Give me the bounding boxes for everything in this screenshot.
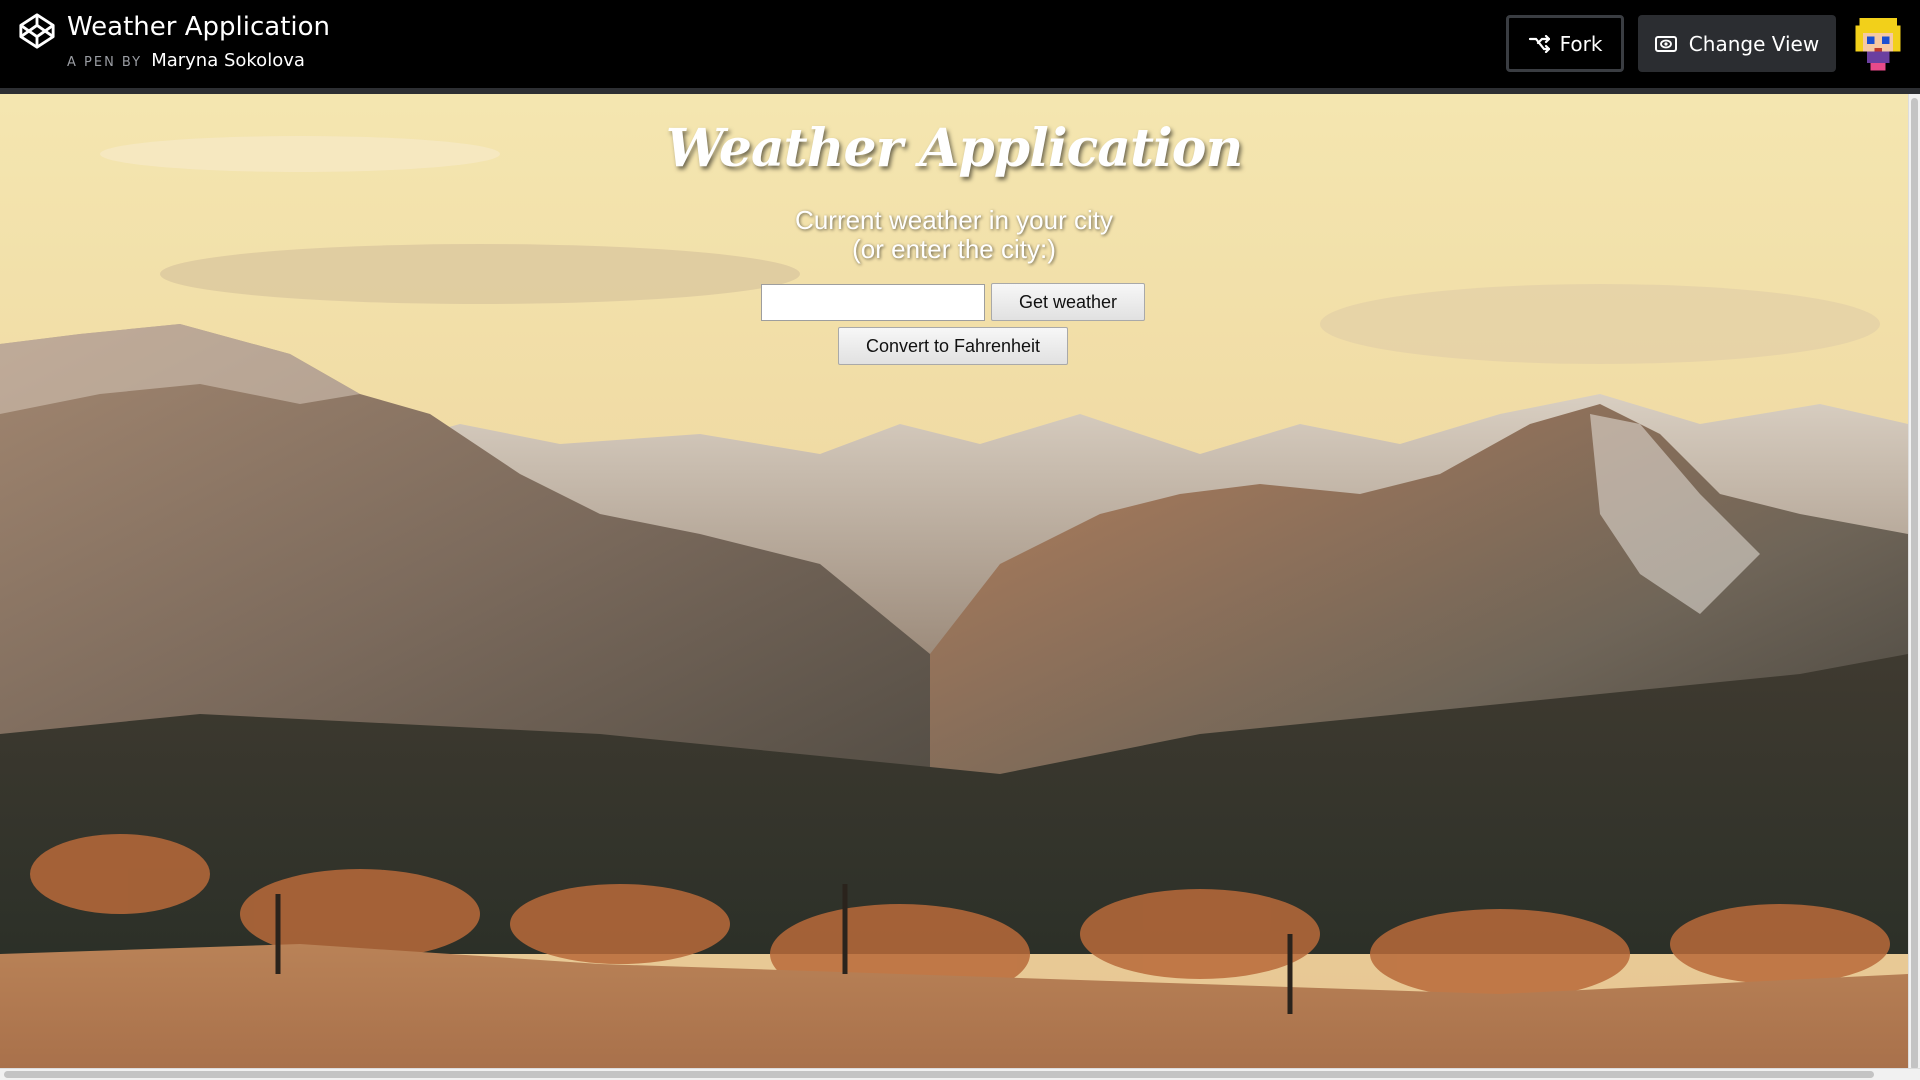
pen-title: Weather Application [67,12,331,42]
author-link[interactable]: Maryna Sokolova [151,50,305,71]
pen-title-block: Weather Application A PEN BY Maryna Soko… [67,10,330,71]
preview-frame: Weather Application Current weather in y… [0,88,1920,1080]
fork-button[interactable]: Fork [1506,15,1624,72]
codepen-logo-icon[interactable] [18,12,56,50]
vertical-scrollbar[interactable] [1908,94,1920,1074]
change-view-label: Change View [1688,31,1820,56]
app-title: Weather Application [665,118,1244,179]
vertical-scrollbar-thumb[interactable] [1911,98,1918,1070]
app-subtitle: Current weather in your city (or enter t… [0,206,1908,264]
fork-icon [1528,34,1550,53]
get-weather-button[interactable]: Get weather [991,283,1145,321]
codepen-header: Weather Application A PEN BY Maryna Soko… [0,0,1920,88]
fork-label: Fork [1559,31,1603,56]
convert-fahrenheit-button[interactable]: Convert to Fahrenheit [838,327,1068,365]
byline-prefix: A PEN BY [67,55,143,70]
horizontal-scrollbar[interactable] [0,1068,1920,1080]
horizontal-scrollbar-thumb[interactable] [4,1071,1874,1078]
subtitle-line-2: (or enter the city:) [852,234,1056,264]
pen-byline: A PEN BY Maryna Sokolova [67,50,330,71]
city-input[interactable] [761,284,985,321]
subtitle-line-1: Current weather in your city [795,205,1113,235]
change-view-button[interactable]: Change View [1638,15,1836,72]
eye-icon [1654,35,1677,52]
user-avatar[interactable] [1848,14,1908,74]
